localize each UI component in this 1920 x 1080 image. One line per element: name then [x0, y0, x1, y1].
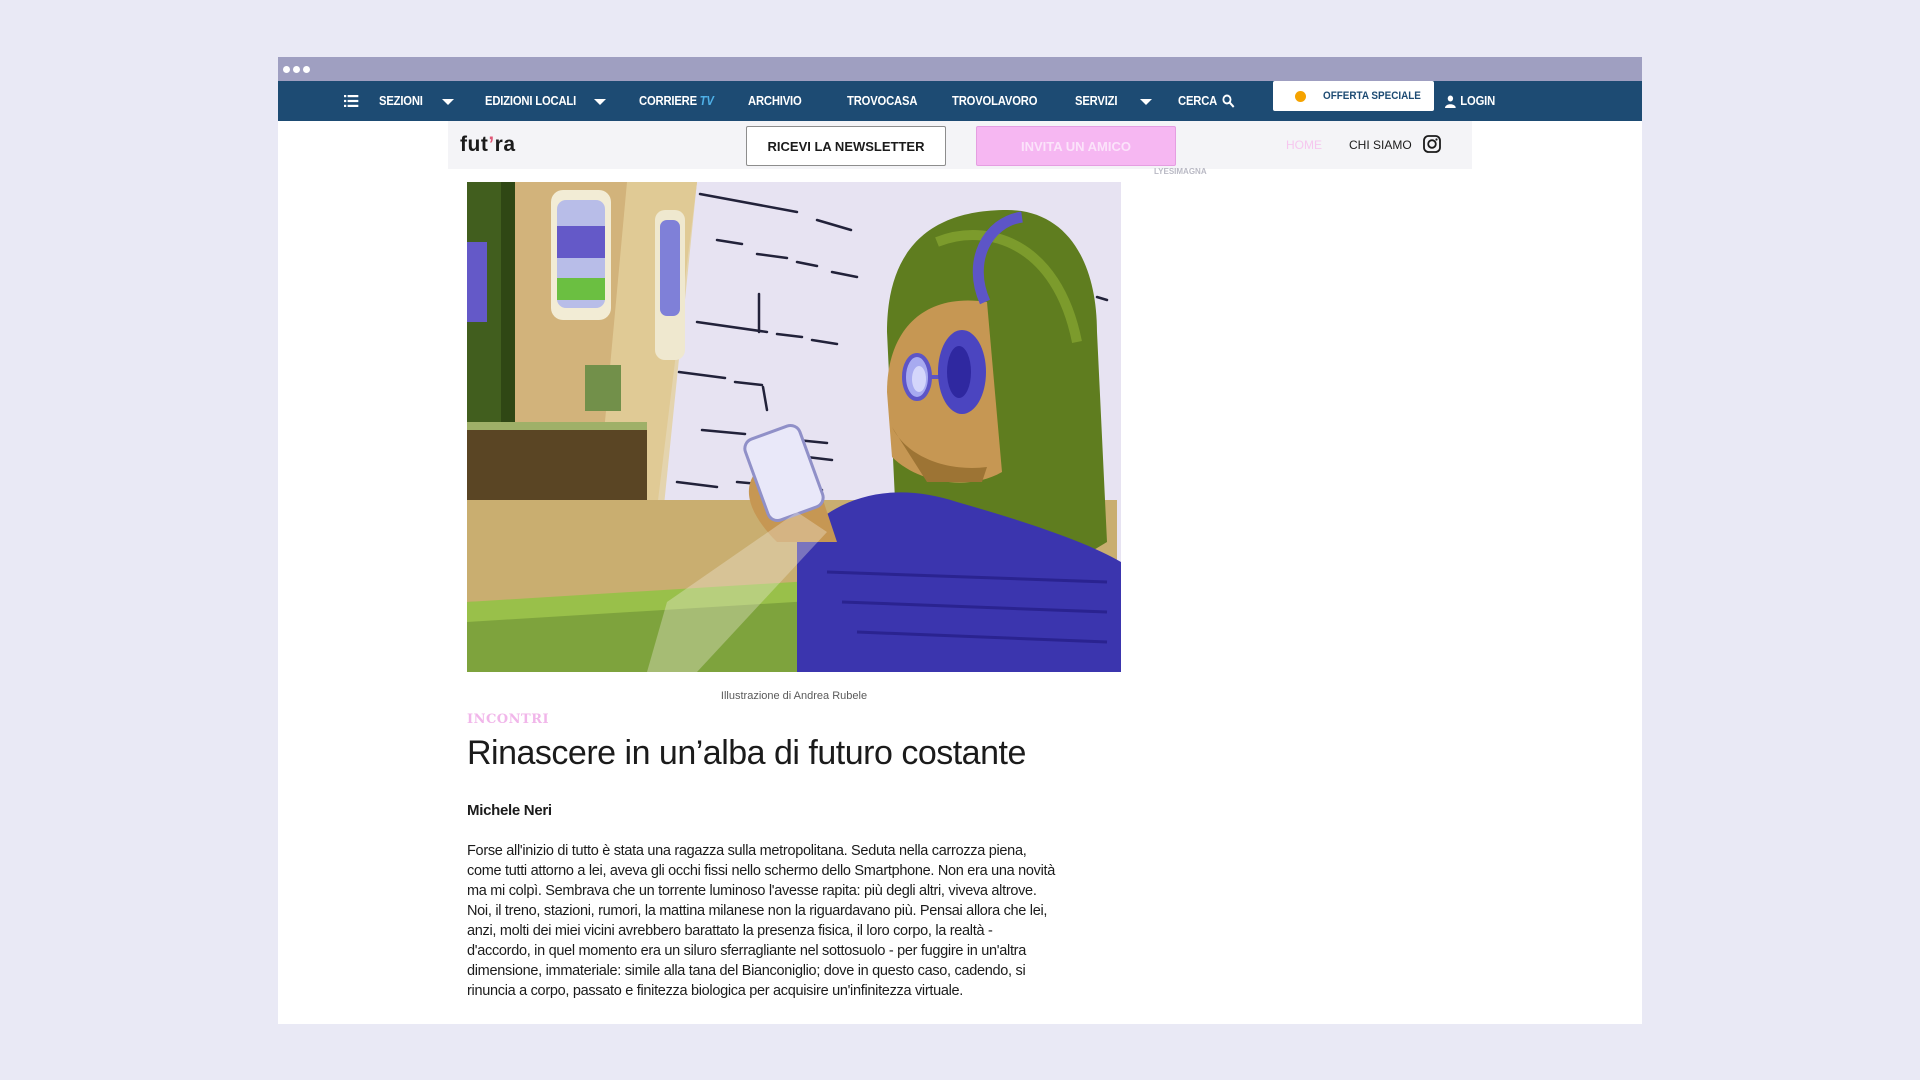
nav-corriere-tv[interactable]: CORRIERE TV	[639, 81, 714, 121]
article-author[interactable]: Michele Neri	[467, 802, 552, 819]
article-body-line: Forse all'inizio di tutto è stata una ra…	[467, 843, 1027, 859]
nav-servizi[interactable]: SERVIZI	[1075, 81, 1117, 121]
login-label: LOGIN	[1460, 94, 1496, 108]
nav-tv-label: TV	[699, 94, 714, 108]
offerta-speciale-label: OFFERTA SPECIALE	[1323, 90, 1421, 102]
user-icon	[1445, 95, 1456, 108]
article-category[interactable]: INCONTRI	[467, 712, 549, 727]
article-body-line: come tutti attorno a lei, aveva gli occh…	[467, 863, 1055, 879]
instagram-icon[interactable]	[1423, 135, 1441, 153]
nav-archivio[interactable]: ARCHIVIO	[748, 81, 802, 121]
chevron-down-icon[interactable]	[1140, 99, 1152, 105]
nav-corriere-label: CORRIERE	[639, 94, 697, 108]
article-body-line: anzi, molti dei miei vicini avrebbero ba…	[467, 923, 993, 939]
window-titlebar	[278, 57, 1642, 81]
chevron-down-icon[interactable]	[594, 99, 606, 105]
search-icon[interactable]	[1222, 81, 1235, 121]
subnav-home-link[interactable]: HOME	[1286, 138, 1322, 152]
nav-cerca[interactable]: CERCA	[1178, 81, 1217, 121]
subnav-chi-siamo-link[interactable]: CHI SIAMO	[1349, 138, 1412, 152]
article-hero-illustration	[467, 182, 1121, 672]
newsletter-button[interactable]: RICEVI LA NEWSLETTER	[746, 126, 946, 166]
window-dot	[283, 65, 290, 73]
article-body-line: ma mi colpì. Sembrava che un torrente lu…	[467, 883, 1037, 899]
article-title: Rinascere in un’alba di futuro costante	[467, 734, 1026, 772]
hamburger-menu-icon[interactable]	[344, 81, 359, 121]
nav-trovolavoro[interactable]: TROVOLAVORO	[952, 81, 1037, 121]
window-dot	[303, 65, 310, 73]
article-body-line: d'accordo, in quel momento era un siluro…	[467, 943, 1026, 959]
nav-edizioni-locali[interactable]: EDIZIONI LOCALI	[485, 81, 576, 121]
article-body-line: Noi, il treno, stazioni, rumori, la matt…	[467, 903, 1048, 919]
nav-sezioni[interactable]: SEZIONI	[379, 81, 423, 121]
browser-window: SEZIONI EDIZIONI LOCALI CORRIERE TV ARCHI…	[278, 57, 1642, 1024]
offerta-speciale-button[interactable]: OFFERTA SPECIALE	[1273, 81, 1434, 111]
futura-subheader: fut’ra RICEVI LA NEWSLETTER INVITA UN AM…	[448, 121, 1472, 169]
futura-logo[interactable]: fut’ra	[460, 133, 516, 157]
invite-friend-button[interactable]: INVITA UN AMICO	[976, 126, 1176, 166]
offer-dot-icon	[1295, 91, 1306, 102]
nav-trovocasa[interactable]: TROVOCASA	[847, 81, 917, 121]
chevron-down-icon[interactable]	[442, 99, 454, 105]
main-navbar: SEZIONI EDIZIONI LOCALI CORRIERE TV ARCHI…	[278, 81, 1642, 121]
article-body: Forse all'inizio di tutto è stata una ra…	[467, 841, 1127, 1001]
login-button[interactable]: LOGIN	[1445, 81, 1495, 121]
image-caption: Illustrazione di Andrea Rubele	[720, 690, 868, 702]
article-body-line: rinuncia a corpo, passato e finitezza bi…	[467, 983, 964, 999]
sidebar-snippet: LYESIMAGNA	[1154, 167, 1207, 176]
article-body-line: dimensione, immateriale: simile alla tan…	[467, 963, 1026, 979]
window-dot	[293, 65, 300, 73]
